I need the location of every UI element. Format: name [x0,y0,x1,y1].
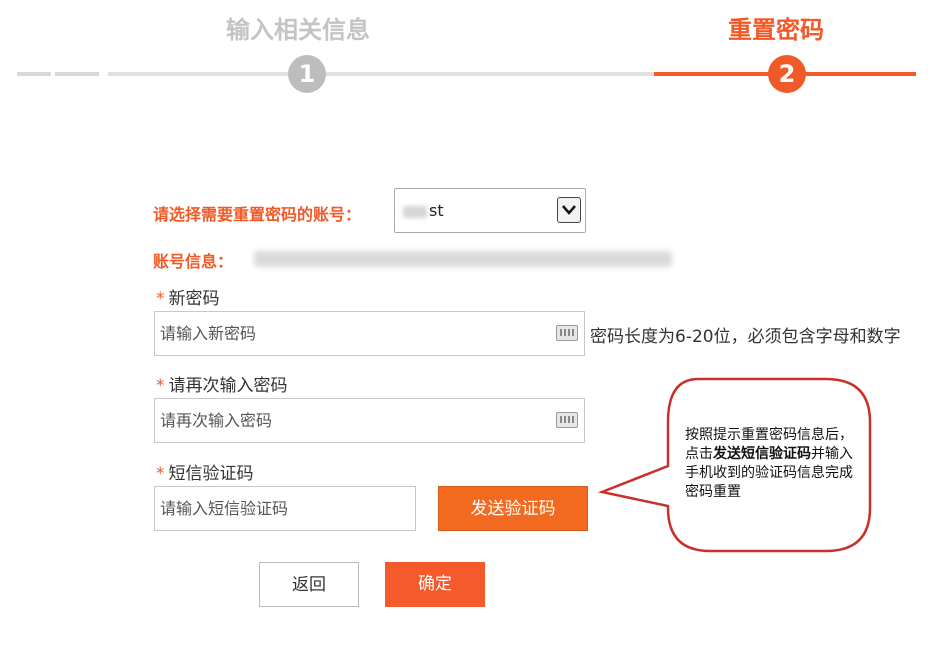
track-dash [55,72,99,76]
step2-number: 2 [768,55,806,93]
account-select-value: st [403,201,444,220]
sms-code-label: * 短信验证码 [156,459,254,484]
account-select-label: 请选择需要重置密码的账号： [153,205,362,224]
required-mark: * [156,464,165,484]
back-button[interactable]: 返回 [259,562,359,607]
callout-text: 按照提示重置密码信息后，点击发送短信验证码并输入手机收到的验证码信息完成密码重置 [685,426,855,502]
sms-code-input[interactable] [154,486,416,531]
password-hint: 密码长度为6-20位，必须包含字母和数字 [590,327,901,347]
account-info-label: 账号信息： [153,252,234,271]
chevron-down-icon[interactable] [557,197,581,223]
step1-title: 输入相关信息 [226,16,370,44]
keyboard-icon[interactable] [556,325,578,341]
send-code-button[interactable]: 发送验证码 [438,486,588,531]
account-info-redacted [254,251,672,267]
keyboard-icon[interactable] [556,412,578,428]
track-step1 [108,72,654,76]
confirm-password-label: * 请再次输入密码 [156,371,288,396]
step1-number: 1 [288,55,326,93]
confirm-password-label-text: 请再次输入密码 [168,376,288,396]
redacted-mask [403,205,427,218]
required-mark: * [156,376,165,396]
required-mark: * [156,289,165,309]
sms-code-label-text: 短信验证码 [168,464,254,484]
account-select-text: st [429,201,444,220]
step2-title: 重置密码 [728,16,824,44]
confirm-password-input[interactable] [154,398,585,443]
new-password-label: * 新密码 [156,284,220,309]
account-select[interactable]: st [394,188,586,233]
new-password-input[interactable] [154,311,585,356]
new-password-label-text: 新密码 [168,289,220,309]
confirm-button[interactable]: 确定 [385,562,485,607]
track-dash [17,72,51,76]
callout-text-bold: 发送短信验证码 [713,446,811,462]
